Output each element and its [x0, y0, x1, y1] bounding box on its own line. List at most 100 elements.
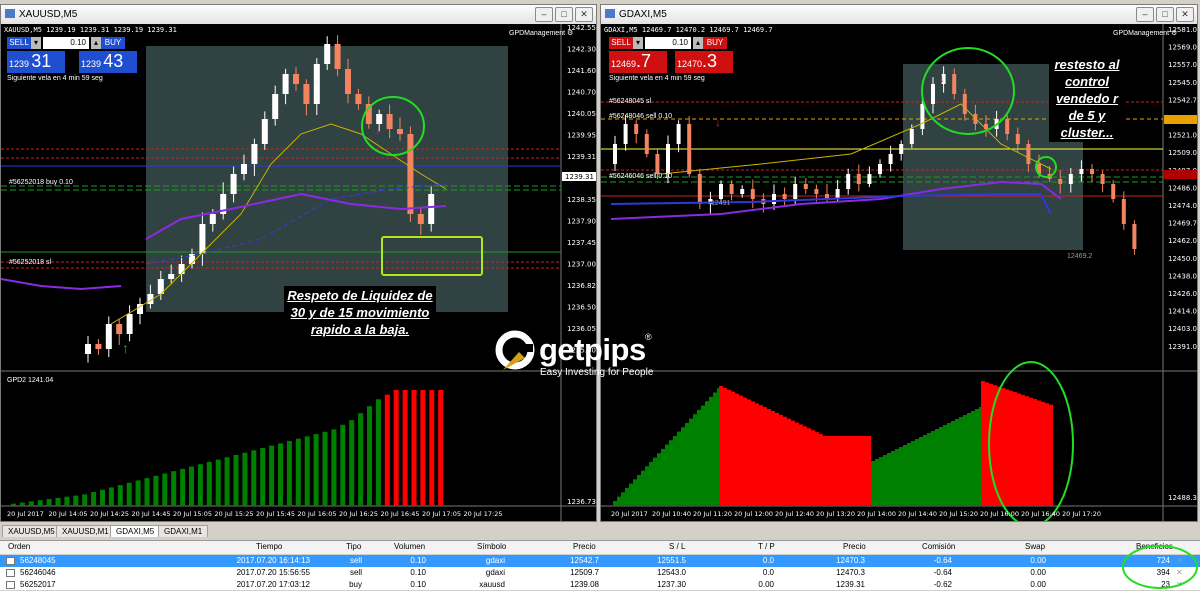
gpd-axis-bottom: 1236.73: [567, 498, 596, 506]
col-tp[interactable]: T / P: [758, 541, 775, 553]
sell-button[interactable]: SELL: [7, 37, 31, 49]
time-tick-label: 20 Jul 2017: [611, 510, 648, 518]
ask-quote[interactable]: 1239 43: [79, 51, 137, 73]
histogram-bar-green: [637, 474, 641, 506]
histogram-bar-green: [713, 392, 717, 506]
col-volumen[interactable]: Volumen: [394, 541, 425, 553]
cell-tiempo: 2017.07.20 17:03:12: [236, 580, 310, 589]
col-tipo[interactable]: Tipo: [346, 541, 361, 553]
table-row[interactable]: 56248045 2017.07.20 16:14:13 sell 0.10 gdaxi…: [0, 555, 1200, 567]
bid-price-small: 1239: [9, 59, 30, 69]
settings-gear-icon[interactable]: ⚙: [1171, 30, 1177, 37]
candle: [105, 324, 112, 349]
buy-button[interactable]: BUY: [101, 37, 125, 49]
ask-quote[interactable]: 12470.3: [675, 51, 733, 73]
minimize-button[interactable]: –: [535, 7, 553, 22]
level-label: 12491: [711, 200, 731, 207]
tab-xauusd-m5[interactable]: XAUUSD,M5: [2, 525, 61, 537]
col-comision[interactable]: Comisión: [922, 541, 955, 553]
annotation-retest: restesto al control vendedo r de 5 y clu…: [1049, 55, 1125, 142]
candle: [1058, 179, 1063, 184]
table-row[interactable]: 56252017 2017.07.20 17:03:12 buy 0.10 xauusd…: [0, 579, 1200, 591]
col-sl[interactable]: S / L: [669, 541, 685, 553]
getpips-mark-icon: [495, 330, 535, 370]
histogram-bar-green: [621, 492, 625, 506]
col-precio-actual[interactable]: Precio: [843, 541, 866, 553]
close-button[interactable]: ✕: [1176, 7, 1194, 22]
histogram-bar-red: [811, 430, 815, 506]
lot-increase-button[interactable]: ▴: [693, 37, 703, 49]
lot-increase-button[interactable]: ▴: [91, 37, 101, 49]
col-swap[interactable]: Swap: [1025, 541, 1045, 553]
chart-titlebar-gdaxi[interactable]: GDAXI,M5 – □ ✕: [601, 5, 1197, 25]
candle: [1111, 184, 1116, 199]
candle: [803, 184, 808, 189]
histogram-bar-green: [951, 421, 955, 506]
histogram-bar-red: [1001, 387, 1005, 506]
col-orden[interactable]: Orden: [8, 541, 30, 553]
histogram-bar-green: [625, 487, 629, 506]
lot-decrease-button[interactable]: ▾: [633, 37, 643, 49]
histogram-bar-green: [943, 425, 947, 506]
histogram-bar-red: [787, 418, 791, 506]
bid-quote[interactable]: 1239 31: [7, 51, 65, 73]
cell-sl: 12551.5: [657, 556, 686, 565]
indicator-label: GPDManagement: [1113, 30, 1170, 37]
settings-gear-icon[interactable]: ⚙: [567, 30, 573, 37]
histogram-bar-green: [144, 478, 150, 506]
histogram-bar-green: [46, 499, 52, 506]
histogram-bar-red: [1045, 403, 1049, 506]
candle: [386, 114, 393, 129]
annotation-circle-profits: [1122, 545, 1198, 589]
lot-size-input[interactable]: 0.10: [43, 37, 89, 49]
chart-window-xauusd[interactable]: XAUUSD,M5 – □ ✕ ↑ ↓ 1242.55 1242.30 1241.60 1…: [0, 4, 597, 522]
chart-tabs: XAUUSD,M5 XAUUSD,M1 GDAXI,M5 GDAXI,M1: [0, 524, 1200, 538]
close-button[interactable]: ✕: [575, 7, 593, 22]
price-chart-xauusd[interactable]: ↑↓1242.551242.301241.601240.701240.05123…: [1, 24, 596, 521]
minimize-button[interactable]: –: [1136, 7, 1154, 22]
histogram-bar-green: [899, 447, 903, 506]
buy-button[interactable]: BUY: [703, 37, 727, 49]
tab-xauusd-m1[interactable]: XAUUSD,M1: [56, 525, 115, 537]
ohlc-readout: XAUUSD,M5 1239.19 1239.31 1239.19 1239.3…: [4, 26, 177, 34]
order-buy-label: #56252018 buy 0.10: [9, 179, 73, 186]
chart-window-gdaxi[interactable]: GDAXI,M5 – □ ✕ ↓ ↓ 12581.0 12569.0 12557.0 12…: [600, 4, 1198, 522]
histogram-bar-red: [438, 390, 444, 506]
histogram-bar-green: [224, 457, 230, 506]
candle: [846, 174, 851, 189]
sell-button[interactable]: SELL: [609, 37, 633, 49]
ask-price-big: .3: [702, 51, 718, 71]
histogram-bar-red: [1009, 390, 1013, 506]
annotation-liquidity: Respeto de Liquidez de 30 y de 15 movimi…: [284, 286, 436, 339]
histogram-bar-green: [935, 429, 939, 506]
candle: [867, 174, 872, 184]
histogram-bar-green: [117, 485, 123, 506]
histogram-bar-green: [633, 479, 637, 506]
candle: [952, 74, 957, 94]
cell-orden: 56252017: [20, 580, 56, 589]
histogram-bar-green: [875, 459, 879, 506]
lot-decrease-button[interactable]: ▾: [31, 37, 41, 49]
annotation-text: restesto al control vendedo r de 5 y clu…: [1054, 57, 1120, 140]
maximize-button[interactable]: □: [555, 7, 573, 22]
cell-precio2: 12470.3: [836, 568, 865, 577]
histogram-bar-green: [923, 435, 927, 506]
lot-size-input[interactable]: 0.10: [645, 37, 691, 49]
candle: [644, 134, 649, 154]
table-row[interactable]: 56246046 2017.07.20 15:56:55 sell 0.10 gdaxi…: [0, 567, 1200, 579]
chart-icon: [605, 9, 615, 18]
tab-gdaxi-m1[interactable]: GDAXI,M1: [158, 525, 209, 537]
bid-quote[interactable]: 12469.7: [609, 51, 667, 73]
col-tiempo[interactable]: Tiempo: [256, 541, 282, 553]
cell-sl: 1237.30: [657, 580, 686, 589]
tab-gdaxi-m5[interactable]: GDAXI,M5: [110, 525, 161, 537]
order-sl-label: #56248045 sl: [609, 98, 652, 105]
col-simbolo[interactable]: Símbolo: [477, 541, 506, 553]
chart-titlebar-xauusd[interactable]: XAUUSD,M5 – □ ✕: [1, 5, 596, 25]
col-precio[interactable]: Precio: [573, 541, 596, 553]
histogram-bar-green: [189, 466, 194, 506]
histogram-bar-red: [847, 436, 851, 506]
maximize-button[interactable]: □: [1156, 7, 1174, 22]
candle: [1132, 224, 1137, 249]
cell-precio: 1239.08: [570, 580, 599, 589]
